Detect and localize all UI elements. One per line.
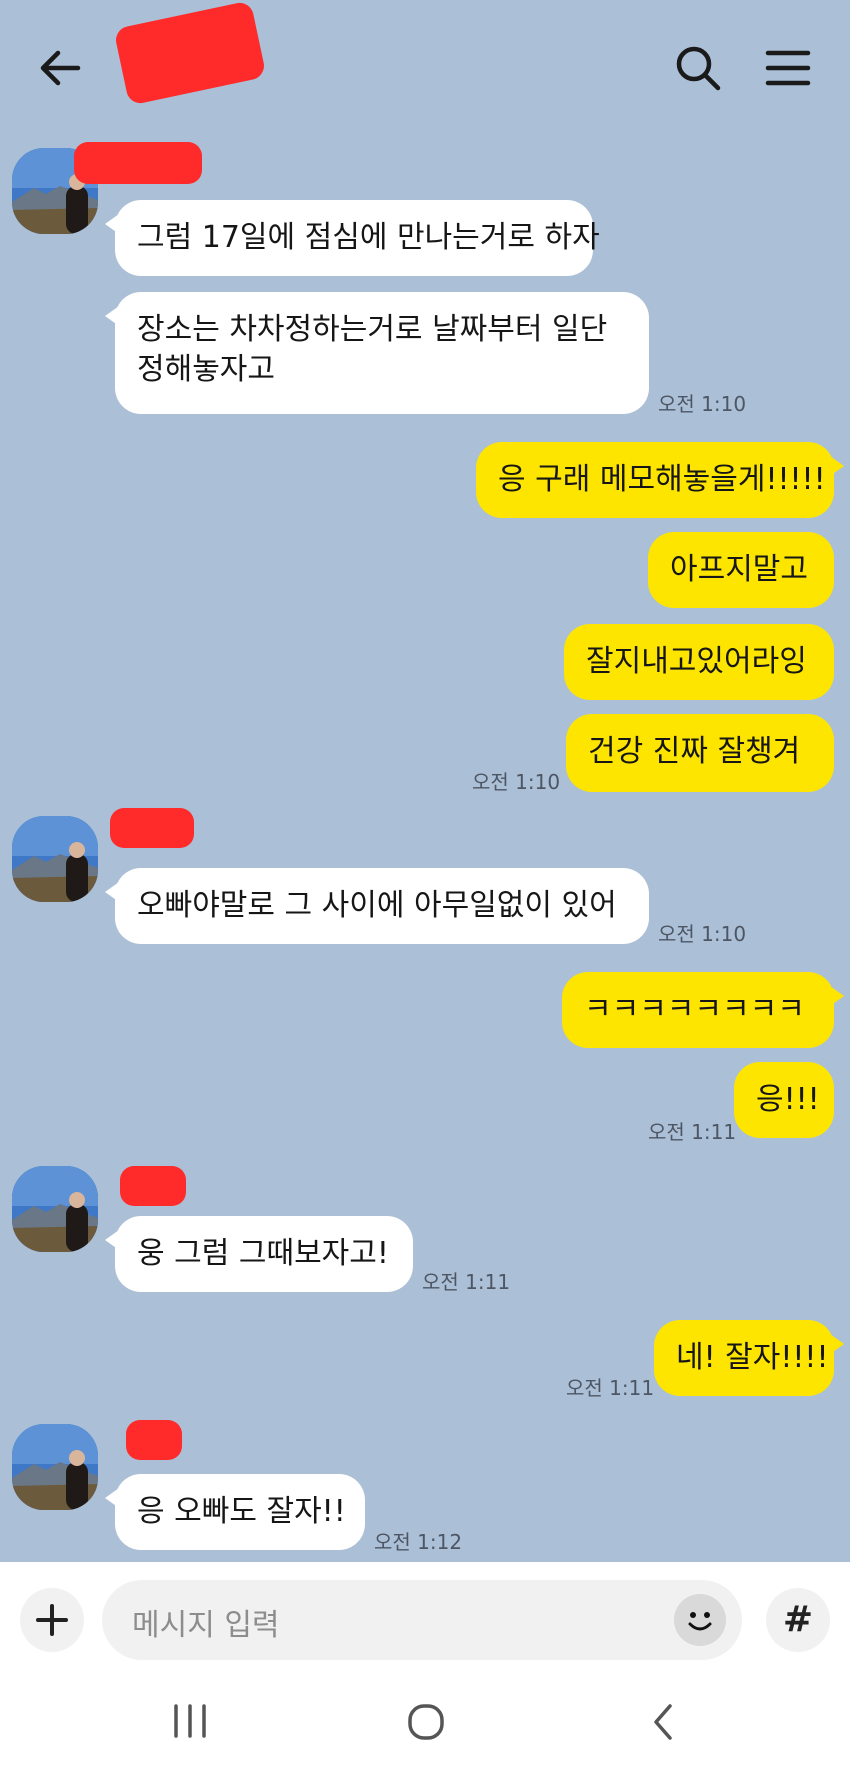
sender-name <box>110 808 238 852</box>
message-time: 오전 1:10 <box>658 922 747 946</box>
system-navigation-bar <box>0 1690 850 1776</box>
avatar[interactable] <box>12 1166 98 1252</box>
home-icon[interactable] <box>404 1700 448 1744</box>
system-back-icon[interactable] <box>642 1700 686 1744</box>
redacted-sender-name <box>120 1166 186 1206</box>
sender-name <box>74 142 238 188</box>
message-time: 오전 1:10 <box>658 392 747 416</box>
outgoing-message[interactable]: 응!!! <box>734 1062 834 1138</box>
outgoing-message[interactable]: 응 구래 메모해놓을게!!!!! <box>476 442 844 518</box>
message-time: 오전 1:10 <box>472 770 561 794</box>
redacted-sender-name <box>110 808 194 848</box>
message-input[interactable]: 메시지 입력 <box>102 1580 742 1660</box>
plus-icon[interactable] <box>20 1588 84 1652</box>
back-arrow-icon[interactable] <box>32 38 92 98</box>
recent-apps-icon[interactable] <box>168 1700 212 1744</box>
avatar[interactable] <box>12 816 98 902</box>
hash-icon[interactable]: # <box>766 1588 830 1652</box>
outgoing-message[interactable]: ㅋㅋㅋㅋㅋㅋㅋㅋ <box>562 972 844 1048</box>
message-time: 오전 1:12 <box>374 1530 463 1554</box>
incoming-message[interactable]: 그럼 17일에 점심에 만나는거로 하자 <box>105 200 600 276</box>
redacted-chat-title <box>113 0 267 106</box>
redacted-sender-name <box>74 142 202 184</box>
chat-header <box>0 0 850 130</box>
incoming-message[interactable]: 오빠야말로 그 사이에 아무일없이 있어 <box>105 868 649 944</box>
message-time: 오전 1:11 <box>648 1120 737 1144</box>
outgoing-message[interactable]: 네! 잘자!!!! <box>654 1320 844 1396</box>
outgoing-message[interactable]: 아프지말고 <box>648 532 834 608</box>
message-time: 오전 1:11 <box>566 1376 655 1400</box>
message-time: 오전 1:11 <box>422 1270 511 1294</box>
incoming-message[interactable]: 장소는 차차정하는거로 날짜부터 일단 정해놓자고 <box>105 292 649 414</box>
sender-name <box>118 1166 238 1206</box>
search-icon[interactable] <box>668 38 728 98</box>
incoming-message[interactable]: 응 오빠도 잘자!! <box>105 1474 365 1550</box>
outgoing-message[interactable]: 건강 진짜 잘챙겨 <box>566 714 834 792</box>
avatar[interactable] <box>12 1424 98 1510</box>
redacted-sender-name <box>126 1420 182 1460</box>
emoji-icon[interactable] <box>674 1594 726 1646</box>
outgoing-message[interactable]: 잘지내고있어라잉 <box>564 624 834 700</box>
hamburger-menu-icon[interactable] <box>758 38 818 98</box>
sender-name <box>118 1420 238 1460</box>
incoming-message[interactable]: 웅 그럼 그때보자고! <box>105 1216 413 1292</box>
